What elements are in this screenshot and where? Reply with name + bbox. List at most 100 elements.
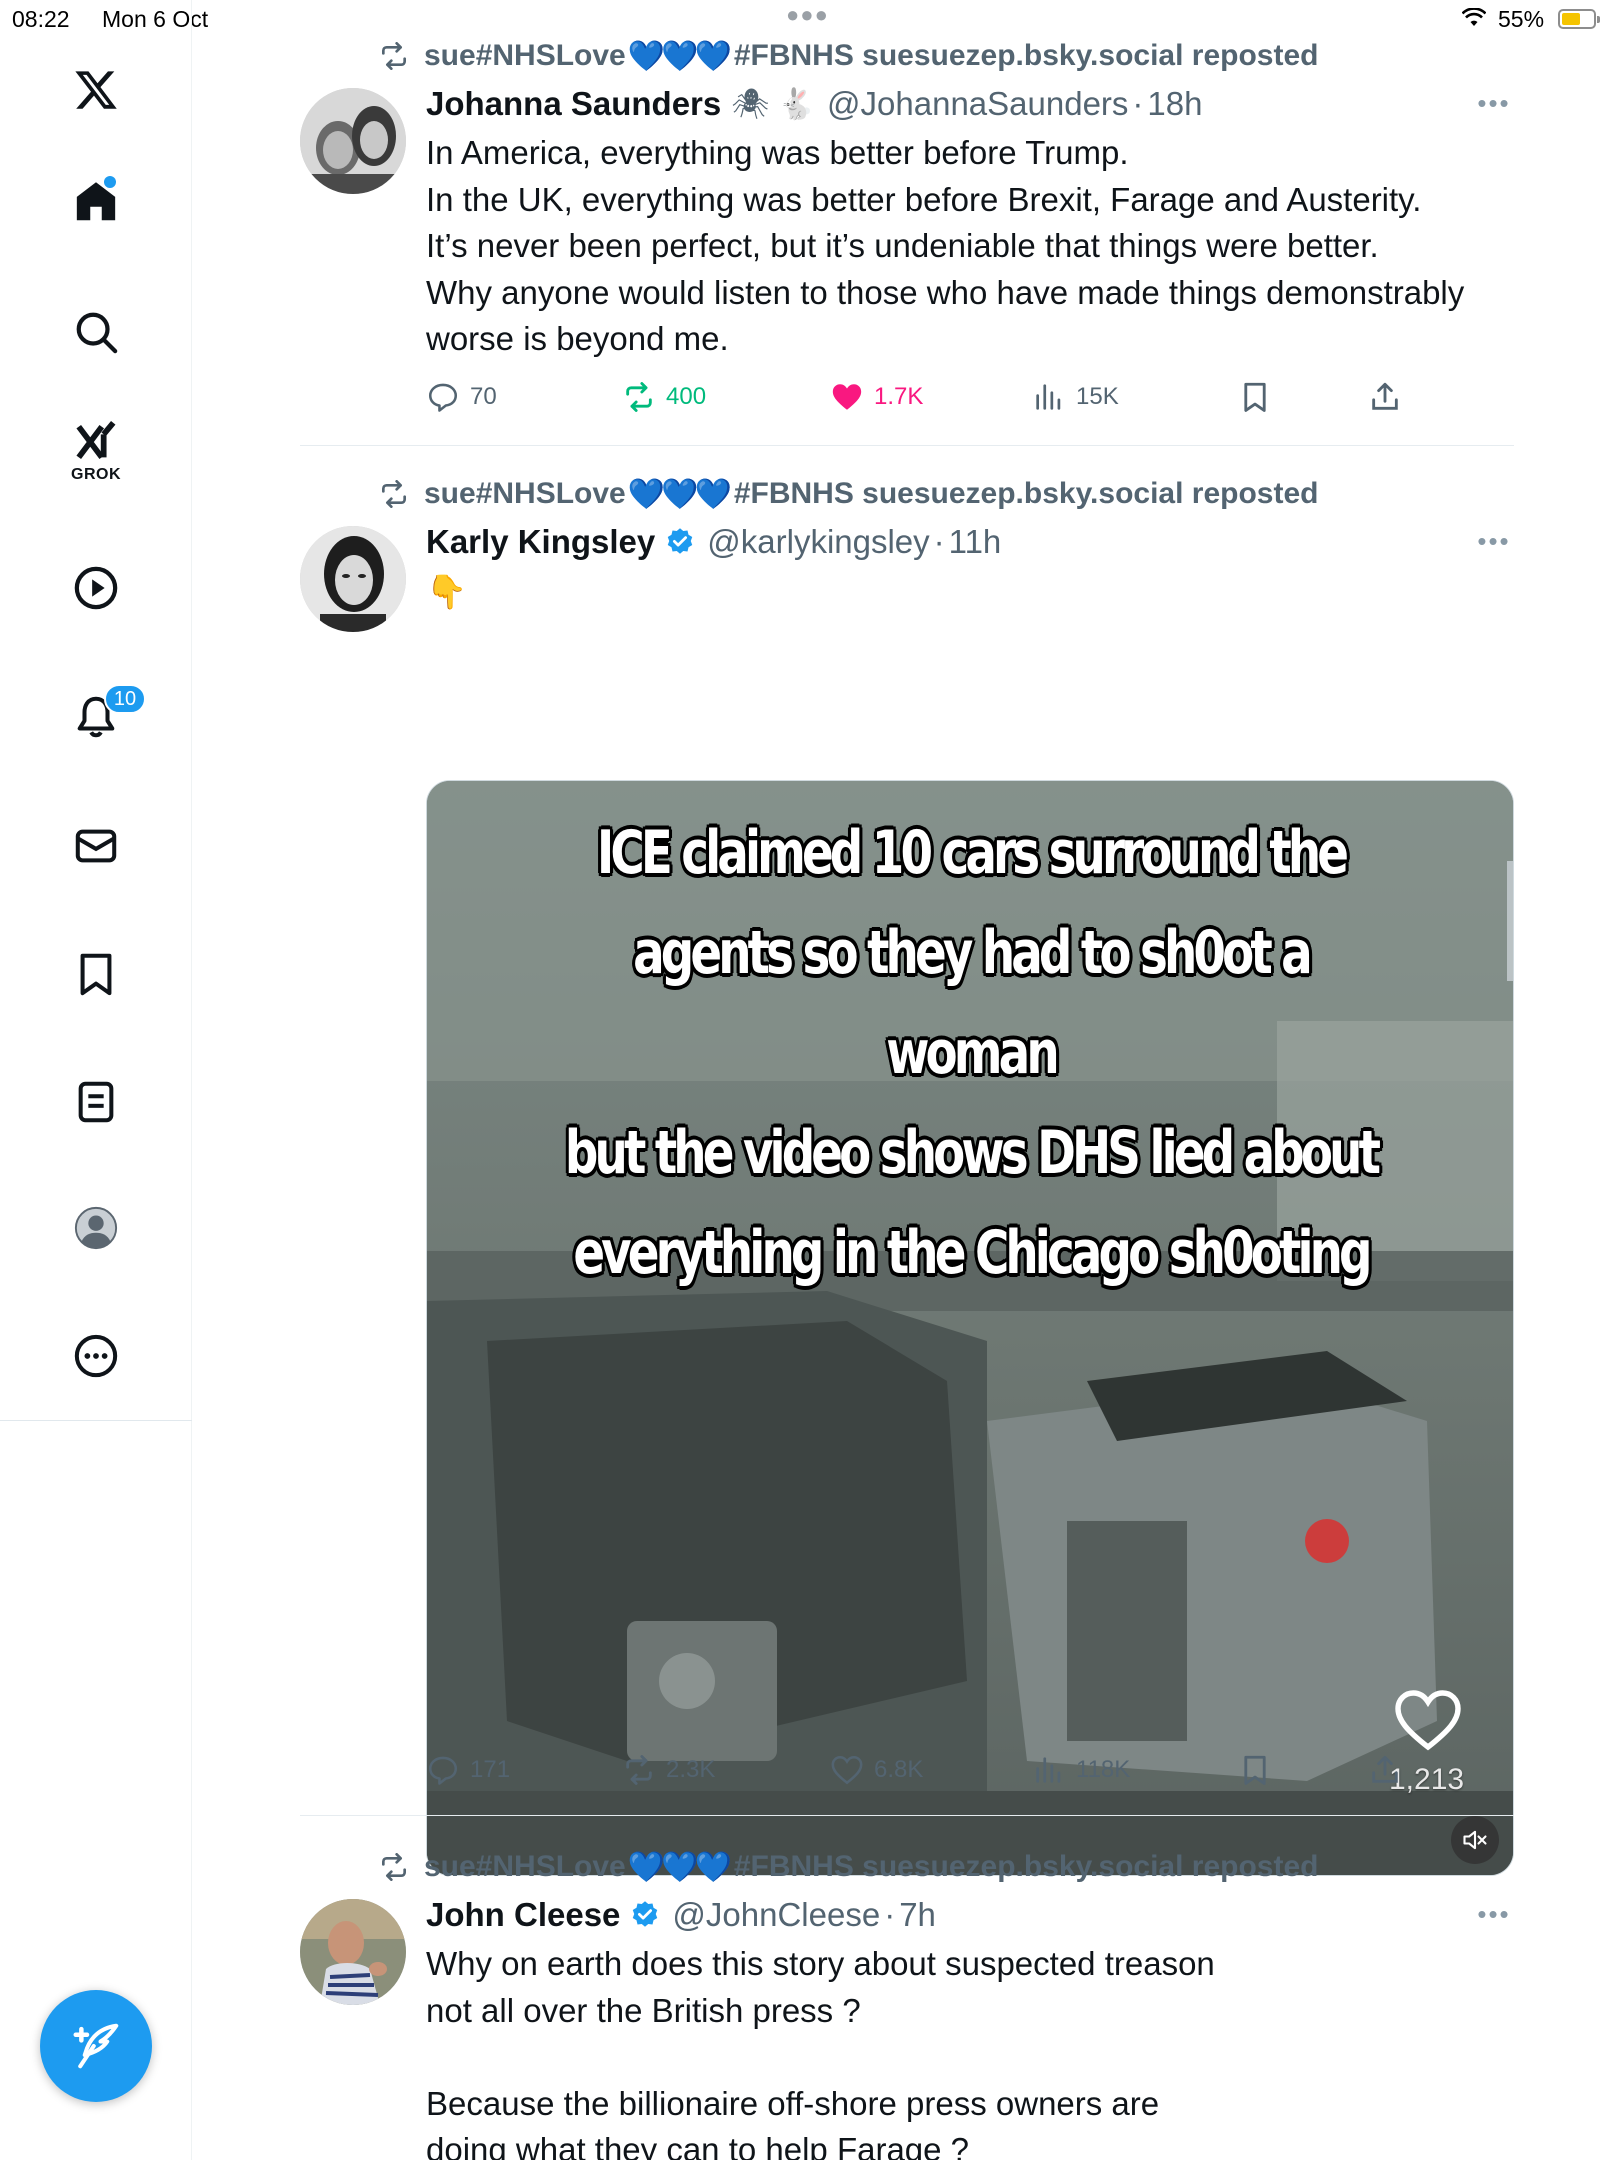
views-button[interactable]: 118K: [1032, 1750, 1130, 1790]
sidebar-item-notifications[interactable]: 10: [46, 680, 146, 752]
bookmark-icon: [80, 953, 112, 996]
avatar-image: [300, 1899, 406, 2005]
share-button[interactable]: [1368, 1750, 1412, 1790]
more-options-icon[interactable]: •••: [1474, 1899, 1514, 1929]
like-count: 1.7K: [874, 383, 924, 410]
more-options-icon[interactable]: •••: [1474, 88, 1514, 118]
sidebar-item-home[interactable]: [46, 166, 146, 238]
video-player[interactable]: ICE claimed 10 cars surround the agents …: [426, 780, 1514, 1876]
author-handle[interactable]: @JohnCleese: [672, 1896, 880, 1934]
sidebar-item-bookmarks[interactable]: [46, 938, 146, 1010]
repost-user-suffix: #FBNHS suesuezep.bsky.social reposted: [733, 1850, 1319, 1883]
header-separator: ·: [884, 1896, 896, 1933]
sidebar-item-lists[interactable]: [46, 1066, 146, 1138]
repost-icon: [626, 1755, 652, 1785]
repost-icon: [382, 42, 406, 70]
author-name[interactable]: Johanna Saunders: [426, 85, 721, 123]
verified-badge-icon: [633, 1901, 658, 1927]
share-icon: [1372, 1755, 1398, 1783]
notifications-badge: 10: [104, 684, 146, 714]
bookmark-icon: [1244, 1755, 1266, 1785]
post-johanna-saunders[interactable]: sue#NHSLove 💙💙💙 #FBNHS suesuezep.bsky.so…: [300, 0, 1514, 445]
author-name[interactable]: Karly Kingsley: [426, 523, 655, 561]
share-button[interactable]: [1368, 377, 1412, 417]
heart-icon: [831, 1755, 863, 1785]
video-heart-icon: [1395, 1690, 1461, 1751]
x-logo-icon[interactable]: [46, 54, 146, 126]
sidebar-item-grok[interactable]: GROK: [46, 416, 146, 488]
post-time[interactable]: 18h: [1147, 85, 1202, 123]
reply-count: 70: [470, 383, 497, 410]
post-text: 👇: [426, 573, 468, 610]
sidebar-divider: [0, 1420, 192, 1421]
post-time[interactable]: 11h: [949, 523, 1002, 561]
more-icon: [74, 1334, 118, 1378]
like-count: 6.8K: [874, 1756, 924, 1783]
views-button[interactable]: 15K: [1032, 377, 1119, 417]
search-icon: [76, 312, 118, 354]
repost-user-hearts: 💙💙💙: [627, 477, 732, 511]
repost-user-hearts: 💙💙💙: [627, 1850, 732, 1884]
author-handle[interactable]: @karlykingsley: [707, 523, 929, 561]
header-separator: ·: [933, 523, 945, 560]
repost-indicator[interactable]: sue#NHSLove 💙💙💙 #FBNHS suesuezep.bsky.so…: [378, 474, 1318, 514]
heart-filled-icon: [832, 384, 862, 410]
repost-user-hearts: 💙💙💙: [627, 39, 732, 73]
repost-user-suffix: #FBNHS suesuezep.bsky.social reposted: [733, 39, 1319, 72]
like-button[interactable]: 1.7K: [830, 377, 923, 417]
repost-icon: [382, 480, 406, 508]
bookmark-button[interactable]: [1238, 377, 1282, 417]
views-count: 15K: [1076, 383, 1119, 410]
reply-icon: [428, 1756, 458, 1785]
sidebar-item-explore[interactable]: [46, 296, 146, 368]
avatar[interactable]: [300, 88, 406, 194]
repost-count: 2.3K: [666, 1756, 716, 1783]
like-button[interactable]: 6.8K: [830, 1750, 923, 1790]
post-john-cleese[interactable]: sue#NHSLove 💙💙💙 #FBNHS suesuezep.bsky.so…: [300, 1815, 1514, 2160]
sidebar-item-profile[interactable]: [46, 1192, 146, 1264]
author-name-emoji: 🕷 🐇: [731, 87, 816, 121]
post-time[interactable]: 7h: [899, 1896, 936, 1934]
author-handle[interactable]: @JohannaSaunders: [827, 85, 1128, 123]
repost-button[interactable]: 2.3K: [622, 1750, 715, 1790]
repost-indicator[interactable]: sue#NHSLove 💙💙💙 #FBNHS suesuezep.bsky.so…: [378, 1847, 1318, 1887]
reply-count: 171: [470, 1756, 511, 1783]
reply-icon: [428, 383, 458, 412]
profile-icon: [74, 1206, 118, 1250]
mail-icon: [75, 829, 117, 863]
repost-user-suffix: #FBNHS suesuezep.bsky.social reposted: [733, 477, 1319, 510]
post-text: Why on earth does this story about suspe…: [426, 1945, 1215, 2160]
author-name[interactable]: John Cleese: [426, 1896, 620, 1934]
bookmark-button[interactable]: [1238, 1750, 1282, 1790]
avatar[interactable]: [300, 526, 406, 632]
bookmark-icon: [1244, 382, 1266, 412]
more-options-icon[interactable]: •••: [1474, 526, 1514, 556]
post-karly-kingsley[interactable]: sue#NHSLove 💙💙💙 #FBNHS suesuezep.bsky.so…: [300, 445, 1514, 1876]
home-unread-dot: [104, 176, 116, 188]
sidebar-item-messages[interactable]: [46, 810, 146, 882]
sidebar-item-video[interactable]: [46, 552, 146, 624]
video-caption-line: agents so they had to sh0ot a woman: [633, 918, 1313, 1088]
post-actions: 70 400 1.7K 15K: [426, 377, 1426, 417]
sidebar: GROK 10: [0, 0, 192, 2160]
avatar-image: [300, 88, 406, 194]
repost-user-name: sue#NHSLove: [424, 1850, 626, 1883]
post-header: Johanna Saunders 🕷 🐇 @JohannaSaunders · …: [426, 82, 1202, 126]
verified-badge-icon: [668, 528, 693, 554]
video-caption-line: ICE claimed 10 cars surround the: [596, 818, 1349, 888]
repost-user-name: sue#NHSLove: [424, 39, 626, 72]
repost-icon: [382, 1853, 406, 1881]
reply-button[interactable]: 70: [426, 377, 497, 417]
avatar[interactable]: [300, 1899, 406, 2005]
reply-button[interactable]: 171: [426, 1750, 510, 1790]
post-text: In America, everything was better before…: [426, 134, 1465, 357]
video-caption-line: but the video shows DHS lied about: [564, 1118, 1381, 1188]
views-count: 118K: [1076, 1756, 1131, 1783]
repost-button[interactable]: 400: [622, 377, 706, 417]
compose-post-button[interactable]: [40, 1990, 152, 2102]
post-actions: 171 2.3K 6.8K 118K: [426, 1750, 1426, 1790]
repost-indicator[interactable]: sue#NHSLove 💙💙💙 #FBNHS suesuezep.bsky.so…: [378, 36, 1318, 76]
lists-icon: [78, 1081, 114, 1123]
video-caption-line: everything in the Chicago sh0oting: [573, 1218, 1372, 1288]
sidebar-item-more[interactable]: [46, 1320, 146, 1392]
